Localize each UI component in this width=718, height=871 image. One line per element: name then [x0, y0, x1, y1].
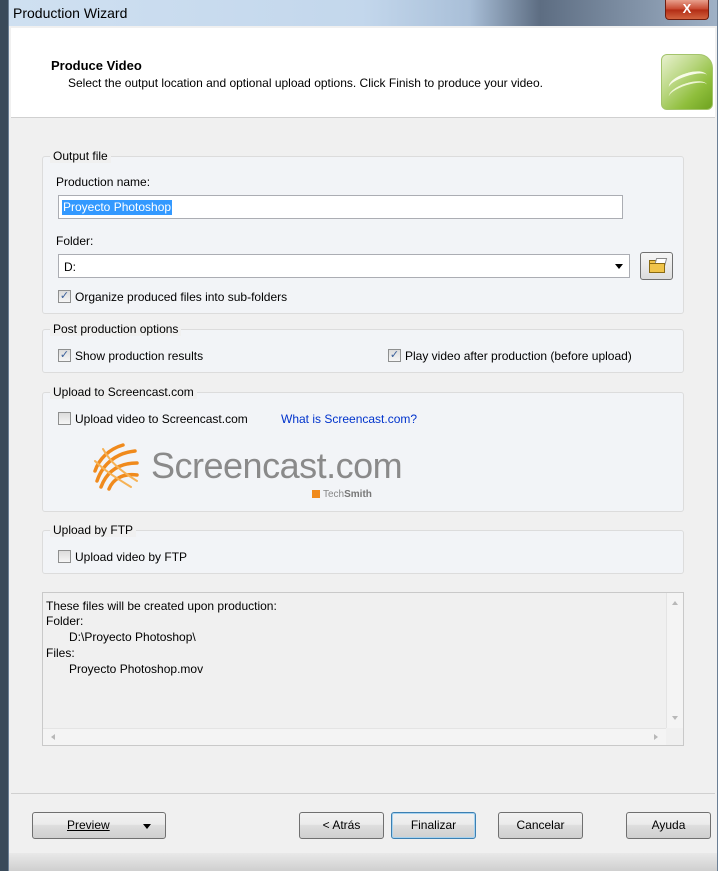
play-video-checkbox[interactable]: ✓	[388, 349, 401, 362]
folder-label: Folder:	[56, 234, 94, 248]
browse-folder-button[interactable]	[640, 252, 673, 280]
post-production-legend: Post production options	[50, 322, 182, 336]
upload-screencast-label: Upload video to Screencast.com	[75, 412, 248, 426]
techsmith-logo: TechSmith	[312, 489, 372, 500]
upload-ftp-checkbox[interactable]	[58, 550, 71, 563]
finish-button[interactable]: Finalizar	[391, 812, 476, 839]
post-production-group: Post production options ✓ Show productio…	[42, 322, 684, 373]
scroll-right-icon[interactable]	[654, 734, 658, 740]
summary-heading: These files will be created upon product…	[46, 599, 277, 613]
play-video-label: Play video after production (before uplo…	[405, 349, 632, 363]
ftp-legend: Upload by FTP	[50, 523, 137, 537]
scroll-down-icon[interactable]	[672, 716, 678, 720]
summary-files-label: Files:	[46, 646, 75, 660]
screencast-group: Upload to Screencast.com Upload video to…	[42, 385, 684, 512]
wizard-header: Produce Video Select the output location…	[11, 28, 715, 118]
what-is-screencast-link[interactable]: What is Screencast.com?	[281, 412, 417, 426]
techsmith-icon	[312, 490, 320, 498]
summary-folder-label: Folder:	[46, 614, 84, 628]
window-bottom-edge	[9, 853, 717, 871]
folder-value: D:	[64, 260, 76, 274]
scroll-up-icon[interactable]	[672, 601, 678, 605]
footer-divider	[11, 793, 715, 794]
folder-combobox[interactable]: D:	[58, 254, 630, 278]
horizontal-scrollbar[interactable]	[43, 728, 666, 745]
show-results-checkbox[interactable]: ✓	[58, 349, 71, 362]
summary-file-name: Proyecto Photoshop.mov	[69, 662, 204, 676]
output-file-group: Output file Production name: Proyecto Ph…	[42, 149, 684, 314]
organize-subfolders-label: Organize produced files into sub-folders	[75, 290, 288, 304]
organize-subfolders-checkbox[interactable]: ✓	[58, 290, 71, 303]
upload-screencast-checkbox[interactable]	[58, 412, 71, 425]
production-wizard-window: Production Wizard X Produce Video Select…	[8, 0, 718, 871]
screencast-legend: Upload to Screencast.com	[50, 385, 197, 399]
production-name-label: Production name:	[56, 175, 151, 189]
summary-folder-path: D:\Proyecto Photoshop\	[69, 630, 196, 644]
back-button[interactable]: < Atrás	[299, 812, 384, 839]
screencast-logo-icon	[93, 443, 139, 491]
screencast-logo-text: Screencast.com	[151, 445, 403, 486]
upload-ftp-label: Upload video by FTP	[75, 550, 188, 564]
ftp-group: Upload by FTP Upload video by FTP	[42, 523, 684, 574]
production-name-input[interactable]: Proyecto Photoshop	[58, 195, 623, 219]
show-results-label: Show production results	[75, 349, 204, 363]
output-file-legend: Output file	[50, 149, 111, 163]
page-subtitle: Select the output location and optional …	[68, 76, 543, 90]
help-button[interactable]: Ayuda	[626, 812, 711, 839]
cancel-button[interactable]: Cancelar	[498, 812, 583, 839]
close-icon: X	[682, 1, 692, 16]
production-name-value: Proyecto Photoshop	[62, 200, 173, 215]
production-summary-box[interactable]: These files will be created upon product…	[42, 592, 684, 746]
window-title: Production Wizard	[13, 5, 128, 21]
scroll-left-icon[interactable]	[51, 734, 55, 740]
chevron-down-icon	[143, 824, 151, 829]
title-bar[interactable]: Production Wizard X	[9, 0, 717, 26]
chevron-down-icon[interactable]	[615, 264, 623, 269]
camtasia-logo-icon	[661, 54, 713, 110]
close-button[interactable]: X	[665, 0, 709, 20]
page-title: Produce Video	[51, 58, 142, 73]
vertical-scrollbar[interactable]	[666, 593, 683, 728]
preview-button[interactable]: Preview	[32, 812, 166, 839]
